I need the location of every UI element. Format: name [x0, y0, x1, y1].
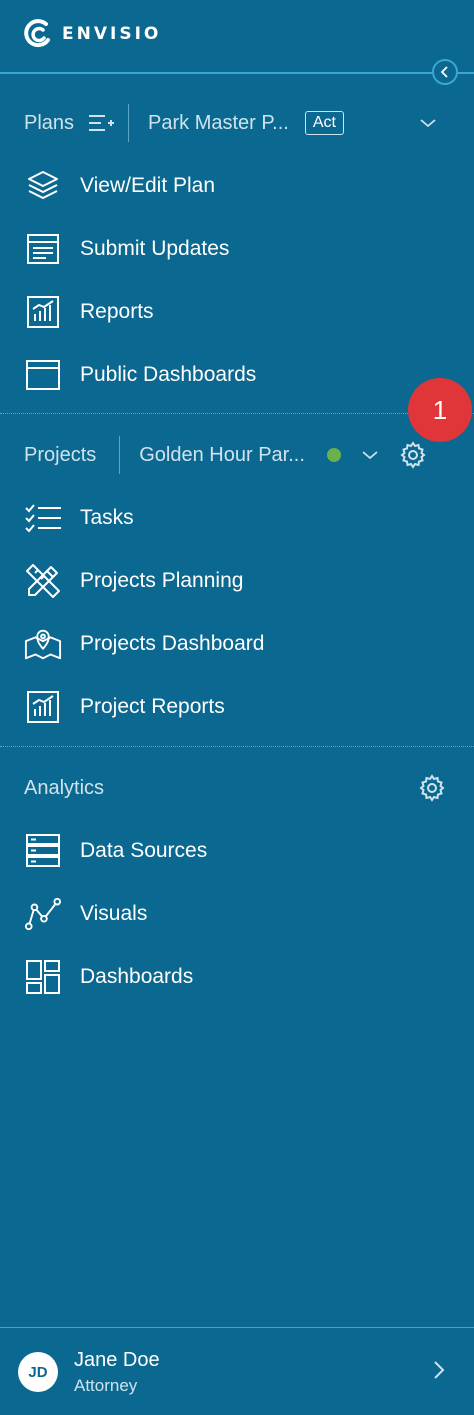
nav-item-label: Project Reports: [80, 695, 225, 718]
nav-item-projects-dashboard[interactable]: Projects Dashboard: [24, 624, 264, 664]
checklist-icon: [24, 499, 62, 537]
pencil-ruler-icon: [24, 562, 62, 600]
section-divider: [0, 413, 474, 414]
projects-label: Projects: [24, 443, 97, 466]
gear-icon[interactable]: [418, 774, 446, 802]
chevron-right-icon[interactable]: [432, 1360, 446, 1380]
plan-status-badge: Act: [304, 111, 344, 135]
nav-item-public-dashboards[interactable]: Public Dashboards: [24, 355, 256, 395]
chevron-left-icon: [439, 66, 451, 78]
footer-divider: [0, 1327, 474, 1328]
nav-item-dashboards[interactable]: Dashboards: [24, 957, 193, 997]
project-dropdown-chevron-icon[interactable]: [361, 449, 379, 461]
section-divider: [0, 746, 474, 747]
project-status-dot: [326, 448, 341, 462]
plans-label: Plans: [24, 111, 75, 134]
nav-item-label: View/Edit Plan: [80, 174, 216, 197]
grid-icon: [24, 958, 62, 996]
nav-item-project-reports[interactable]: Project Reports: [24, 687, 225, 727]
notification-badge[interactable]: 1: [408, 378, 472, 442]
nav-item-submit-updates[interactable]: Submit Updates: [24, 229, 229, 269]
brand-name: ENVISIO: [62, 24, 162, 44]
nav-item-label: Tasks: [80, 506, 134, 529]
brand-logo: ENVISIO: [22, 18, 161, 50]
bar-chart-icon: [24, 293, 62, 331]
user-name[interactable]: Jane Doe: [74, 1349, 160, 1372]
gear-icon[interactable]: [399, 441, 427, 469]
nav-item-label: Projects Dashboard: [80, 632, 265, 655]
nav-item-label: Data Sources: [80, 839, 208, 862]
layers-icon: [24, 167, 62, 205]
map-pin-icon: [24, 625, 62, 663]
nav-item-reports[interactable]: Reports: [24, 292, 154, 332]
nav-item-view-edit-plan[interactable]: View/Edit Plan: [24, 166, 215, 206]
browser-window-icon: [24, 356, 62, 394]
nav-item-label: Projects Planning: [80, 569, 244, 592]
analytics-label: Analytics: [24, 776, 105, 799]
nav-item-visuals[interactable]: Visuals: [24, 894, 147, 934]
nav-item-label: Public Dashboards: [80, 363, 257, 386]
line-graph-icon: [24, 895, 62, 933]
avatar[interactable]: JD: [18, 1352, 58, 1392]
bar-chart-icon: [24, 688, 62, 726]
nav-item-label: Dashboards: [80, 965, 194, 988]
plans-header: Plans Park Master P... Act: [0, 103, 474, 143]
envisio-logo-icon: [22, 18, 54, 50]
project-selector[interactable]: Golden Hour Par...: [139, 444, 305, 467]
plans-divider: [128, 104, 130, 142]
add-plan-icon[interactable]: [88, 112, 115, 134]
plan-selector[interactable]: Park Master P...: [148, 112, 289, 135]
nav-item-data-sources[interactable]: Data Sources: [24, 831, 207, 871]
database-icon: [24, 832, 62, 870]
user-role: Attorney: [74, 1376, 138, 1395]
projects-divider: [119, 436, 121, 474]
projects-header: Projects Golden Hour Par...: [0, 435, 474, 475]
form-icon: [24, 230, 62, 268]
plan-dropdown-chevron-icon[interactable]: [419, 117, 437, 129]
nav-item-projects-planning[interactable]: Projects Planning: [24, 561, 243, 601]
collapse-sidebar-button[interactable]: [432, 59, 458, 85]
nav-item-label: Submit Updates: [80, 237, 230, 260]
nav-item-label: Visuals: [80, 902, 148, 925]
nav-item-tasks[interactable]: Tasks: [24, 498, 134, 538]
header-divider: [0, 72, 474, 74]
analytics-header: Analytics: [0, 768, 474, 808]
nav-item-label: Reports: [80, 300, 154, 323]
